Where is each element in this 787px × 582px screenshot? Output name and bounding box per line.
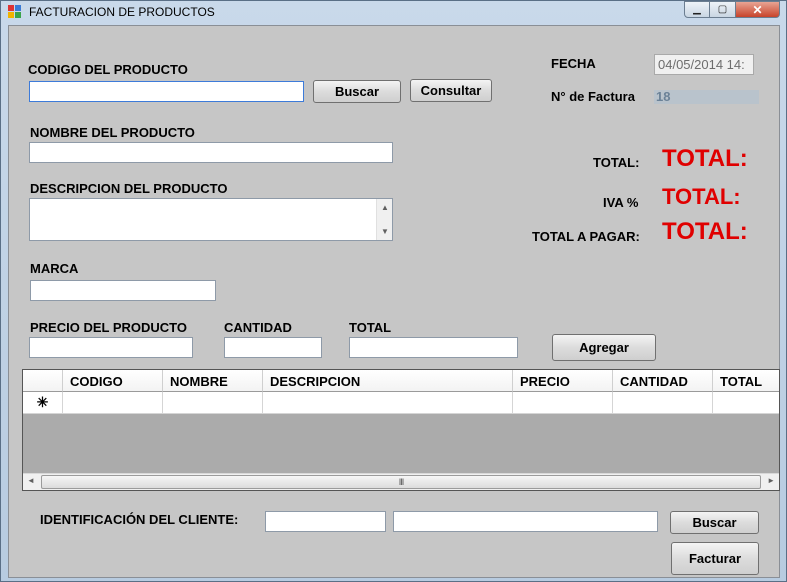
grid-cell-codigo[interactable] xyxy=(63,392,163,414)
iva-label: IVA % xyxy=(603,195,639,210)
main-window: FACTURACION DE PRODUCTOS ▁ ▢ ✕ CODIGO DE… xyxy=(0,0,787,582)
cliente-nombre-input[interactable] xyxy=(393,511,658,532)
iva-value: TOTAL: xyxy=(662,184,741,209)
total-label: TOTAL: xyxy=(593,155,640,170)
total-pagar-value: TOTAL: xyxy=(662,218,748,245)
grid-cell-total[interactable] xyxy=(713,392,779,414)
precio-input[interactable] xyxy=(29,337,193,358)
linea-total-label: TOTAL xyxy=(349,320,392,335)
cantidad-input[interactable] xyxy=(224,337,322,358)
scroll-thumb[interactable]: III xyxy=(41,475,761,489)
scroll-left-icon[interactable]: ◄ xyxy=(27,476,35,485)
app-icon xyxy=(8,5,22,19)
nombre-input[interactable] xyxy=(29,142,393,163)
marca-label: MARCA xyxy=(30,261,79,276)
col-header-precio[interactable]: PRECIO xyxy=(513,370,613,392)
window-controls: ▁ ▢ ✕ xyxy=(684,1,780,18)
maximize-button[interactable]: ▢ xyxy=(710,1,736,18)
cantidad-label: CANTIDAD xyxy=(224,320,292,335)
precio-label: PRECIO DEL PRODUCTO xyxy=(30,320,187,335)
factura-number: 18 xyxy=(654,90,759,104)
productos-grid[interactable]: CODIGO NOMBRE DESCRIPCION PRECIO CANTIDA… xyxy=(22,369,780,491)
agregar-button[interactable]: Agregar xyxy=(552,334,656,361)
descripcion-label: DESCRIPCION DEL PRODUCTO xyxy=(30,181,228,196)
buscar-producto-button[interactable]: Buscar xyxy=(313,80,401,103)
fecha-field[interactable]: 04/05/2014 14: xyxy=(654,54,754,75)
scroll-up-icon[interactable]: ▲ xyxy=(377,203,393,212)
minimize-icon: ▁ xyxy=(693,4,701,15)
facturar-button[interactable]: Facturar xyxy=(671,542,759,575)
col-header-nombre[interactable]: NOMBRE xyxy=(163,370,263,392)
col-header-total[interactable]: TOTAL xyxy=(713,370,779,392)
grid-cell-precio[interactable] xyxy=(513,392,613,414)
grid-cell-descripcion[interactable] xyxy=(263,392,513,414)
maximize-icon: ▢ xyxy=(717,4,728,15)
marca-input[interactable] xyxy=(30,280,216,301)
cliente-id-input[interactable] xyxy=(265,511,386,532)
col-header-descripcion[interactable]: DESCRIPCION xyxy=(263,370,513,392)
buscar-cliente-button[interactable]: Buscar xyxy=(670,511,759,534)
col-header-cantidad[interactable]: CANTIDAD xyxy=(613,370,713,392)
consultar-button[interactable]: Consultar xyxy=(410,79,492,102)
total-value: TOTAL: xyxy=(662,145,748,172)
form-client-area: CODIGO DEL PRODUCTO Buscar Consultar FEC… xyxy=(8,25,780,578)
grid-cell-cantidad[interactable] xyxy=(613,392,713,414)
title-bar[interactable]: FACTURACION DE PRODUCTOS ▁ ▢ ✕ xyxy=(1,1,786,23)
factura-label: N° de Factura xyxy=(551,89,635,104)
codigo-label: CODIGO DEL PRODUCTO xyxy=(28,62,188,77)
grid-horizontal-scrollbar[interactable]: ◄ III ► xyxy=(23,473,779,490)
nombre-label: NOMBRE DEL PRODUCTO xyxy=(30,125,195,140)
scroll-right-icon[interactable]: ► xyxy=(767,476,775,485)
new-row-icon[interactable]: ✳ xyxy=(23,392,63,414)
descripcion-scrollbar[interactable]: ▲ ▼ xyxy=(376,199,392,240)
minimize-button[interactable]: ▁ xyxy=(684,1,710,18)
grid-cell-nombre[interactable] xyxy=(163,392,263,414)
close-icon: ✕ xyxy=(752,2,763,17)
cliente-id-label: IDENTIFICACIÓN DEL CLIENTE: xyxy=(40,512,239,527)
grid-corner[interactable] xyxy=(23,370,63,392)
codigo-input[interactable] xyxy=(29,81,304,102)
close-button[interactable]: ✕ xyxy=(736,1,780,18)
descripcion-textarea[interactable]: ▲ ▼ xyxy=(29,198,393,241)
col-header-codigo[interactable]: CODIGO xyxy=(63,370,163,392)
table-row[interactable]: ✳ xyxy=(23,392,779,414)
total-pagar-label: TOTAL A PAGAR: xyxy=(532,229,640,244)
linea-total-input[interactable] xyxy=(349,337,518,358)
scroll-down-icon[interactable]: ▼ xyxy=(377,227,393,236)
fecha-label: FECHA xyxy=(551,56,596,71)
window-title: FACTURACION DE PRODUCTOS xyxy=(29,5,215,19)
grid-header-row: CODIGO NOMBRE DESCRIPCION PRECIO CANTIDA… xyxy=(23,370,779,392)
